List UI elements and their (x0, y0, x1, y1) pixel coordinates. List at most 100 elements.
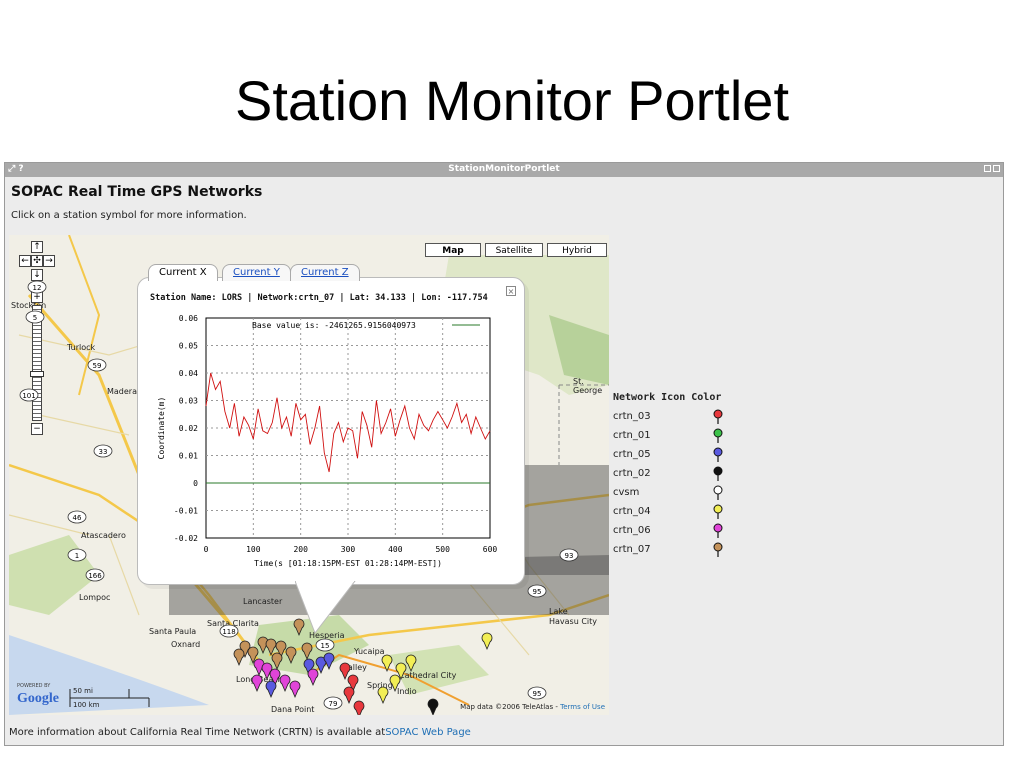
portlet-title: StationMonitorPortlet (448, 164, 560, 174)
svg-text:93: 93 (565, 552, 574, 560)
y-tick-label: 0.04 (179, 369, 198, 378)
x-tick-label: 400 (388, 545, 403, 554)
google-map[interactable]: Turlock Stockton Atascadero Lompoc Santa… (9, 235, 609, 715)
portlet-titlebar: ⤢ ? StationMonitorPortlet (5, 163, 1003, 177)
y-tick-label: 0.01 (179, 452, 198, 461)
highway-shield: 79 (323, 696, 343, 710)
svg-text:79: 79 (329, 700, 338, 708)
station-marker[interactable] (251, 674, 263, 693)
slide-title: Station Monitor Portlet (234, 69, 790, 132)
scale-km: 100 km (73, 701, 100, 709)
attribution-text: Map data ©2006 TeleAtlas - (460, 703, 561, 711)
tab-current-x[interactable]: Current X (148, 264, 218, 281)
station-marker[interactable] (279, 674, 291, 693)
station-marker[interactable] (265, 680, 277, 699)
station-marker[interactable] (301, 642, 313, 661)
legend-item-label: crtn_03 (613, 411, 651, 422)
y-tick-label: 0.06 (179, 314, 198, 323)
x-tick-label: 0 (204, 545, 209, 554)
station-marker[interactable] (307, 668, 319, 687)
svg-text:46: 46 (73, 514, 82, 522)
station-marker[interactable] (339, 662, 351, 681)
highway-shield: 46 (67, 510, 87, 524)
station-marker[interactable] (389, 674, 401, 693)
x-tick-label: 600 (483, 545, 498, 554)
svg-text:12: 12 (33, 284, 42, 292)
station-marker[interactable] (427, 698, 439, 715)
coordinate-chart: 0.06 0.05 0.04 0.03 0.02 0.01 0 -0.01 -0.02 0 100 2… (157, 314, 498, 568)
station-marker[interactable] (377, 686, 389, 705)
station-marker[interactable] (343, 686, 355, 705)
legend-item: crtn_02 (613, 464, 723, 483)
map-pin-icon (713, 428, 723, 443)
highway-shield: 95 (527, 686, 547, 700)
portlet-footer: More information about California Real T… (9, 727, 471, 738)
legend-item: crtn_07 (613, 540, 723, 559)
svg-text:101: 101 (22, 392, 35, 400)
svg-text:1: 1 (75, 552, 79, 560)
station-marker[interactable] (289, 680, 301, 699)
y-axis-label: Coordinate(m) (157, 397, 166, 460)
map-pin-icon (713, 447, 723, 462)
minimize-icon[interactable] (984, 165, 991, 172)
y-tick-label: -0.01 (174, 507, 198, 516)
legend-item-label: crtn_02 (613, 468, 651, 479)
svg-text:95: 95 (533, 690, 542, 698)
y-tick-label: 0.02 (179, 424, 198, 433)
station-marker[interactable] (323, 652, 335, 671)
map-attribution: Map data ©2006 TeleAtlas - Terms of Use (460, 703, 605, 711)
legend-item: crtn_03 (613, 407, 723, 426)
map-pin-icon (713, 542, 723, 557)
station-marker[interactable] (285, 646, 297, 665)
highway-shield: 59 (87, 358, 107, 372)
y-tick-label: 0.03 (179, 397, 198, 406)
x-axis-label: Time(s [01:18:15PM-EST 01:28:14PM-EST]) (254, 559, 442, 568)
legend-item-label: cvsm (613, 487, 640, 498)
footer-text: More information about California Real T… (9, 727, 386, 738)
station-marker[interactable] (233, 648, 245, 667)
tab-current-z[interactable]: Current Z (290, 264, 360, 281)
map-pin-icon (713, 485, 723, 500)
station-marker[interactable] (265, 638, 277, 657)
highway-shield: 93 (559, 548, 579, 562)
legend-item: crtn_01 (613, 426, 723, 445)
popup-pointer (295, 581, 356, 635)
station-marker[interactable] (381, 654, 393, 673)
sopac-web-page-link[interactable]: SOPAC Web Page (385, 727, 471, 738)
station-info-popup: Current X Current Y Current Z Station Na… (137, 264, 525, 585)
station-marker[interactable] (271, 652, 283, 671)
portlet-instruction: Click on a station symbol for more infor… (11, 210, 247, 221)
legend-item: crtn_06 (613, 521, 723, 540)
highway-shield: 12 (27, 280, 47, 294)
highway-shield: 166 (85, 568, 105, 582)
chart-legend-text: Base value is: -2461265.9156040973 (252, 321, 416, 330)
maximize-icon[interactable] (993, 165, 1000, 172)
legend-item-label: crtn_04 (613, 506, 651, 517)
terms-of-use-link[interactable]: Terms of Use (560, 703, 605, 711)
x-tick-label: 100 (246, 545, 261, 554)
y-tick-label: -0.02 (174, 534, 198, 543)
svg-text:166: 166 (88, 572, 102, 580)
highway-shield: 95 (527, 584, 547, 598)
station-marker[interactable] (481, 632, 493, 651)
legend-item-label: crtn_05 (613, 449, 651, 460)
map-pin-icon (713, 523, 723, 538)
x-tick-label: 200 (293, 545, 308, 554)
tab-current-y[interactable]: Current Y (222, 264, 291, 281)
highway-shield: 5 (25, 310, 45, 324)
map-pin-icon (713, 466, 723, 481)
station-monitor-portlet: ⤢ ? StationMonitorPortlet SOPAC Real Tim… (4, 162, 1004, 746)
scale-mi: 50 mi (73, 687, 93, 695)
station-marker[interactable] (405, 654, 417, 673)
legend-title: Network Icon Color (613, 392, 722, 403)
powered-by-text: POWERED BY (17, 683, 51, 689)
station-marker[interactable] (353, 700, 365, 715)
map-pin-icon (713, 409, 723, 424)
legend-item: crtn_05 (613, 445, 723, 464)
legend-item-label: crtn_01 (613, 430, 651, 441)
y-tick-label: 0.05 (179, 342, 198, 351)
y-tick-label: 0 (193, 479, 198, 488)
svg-text:118: 118 (222, 628, 235, 636)
highway-shield: 1 (67, 548, 87, 562)
close-icon[interactable]: × (506, 286, 516, 296)
